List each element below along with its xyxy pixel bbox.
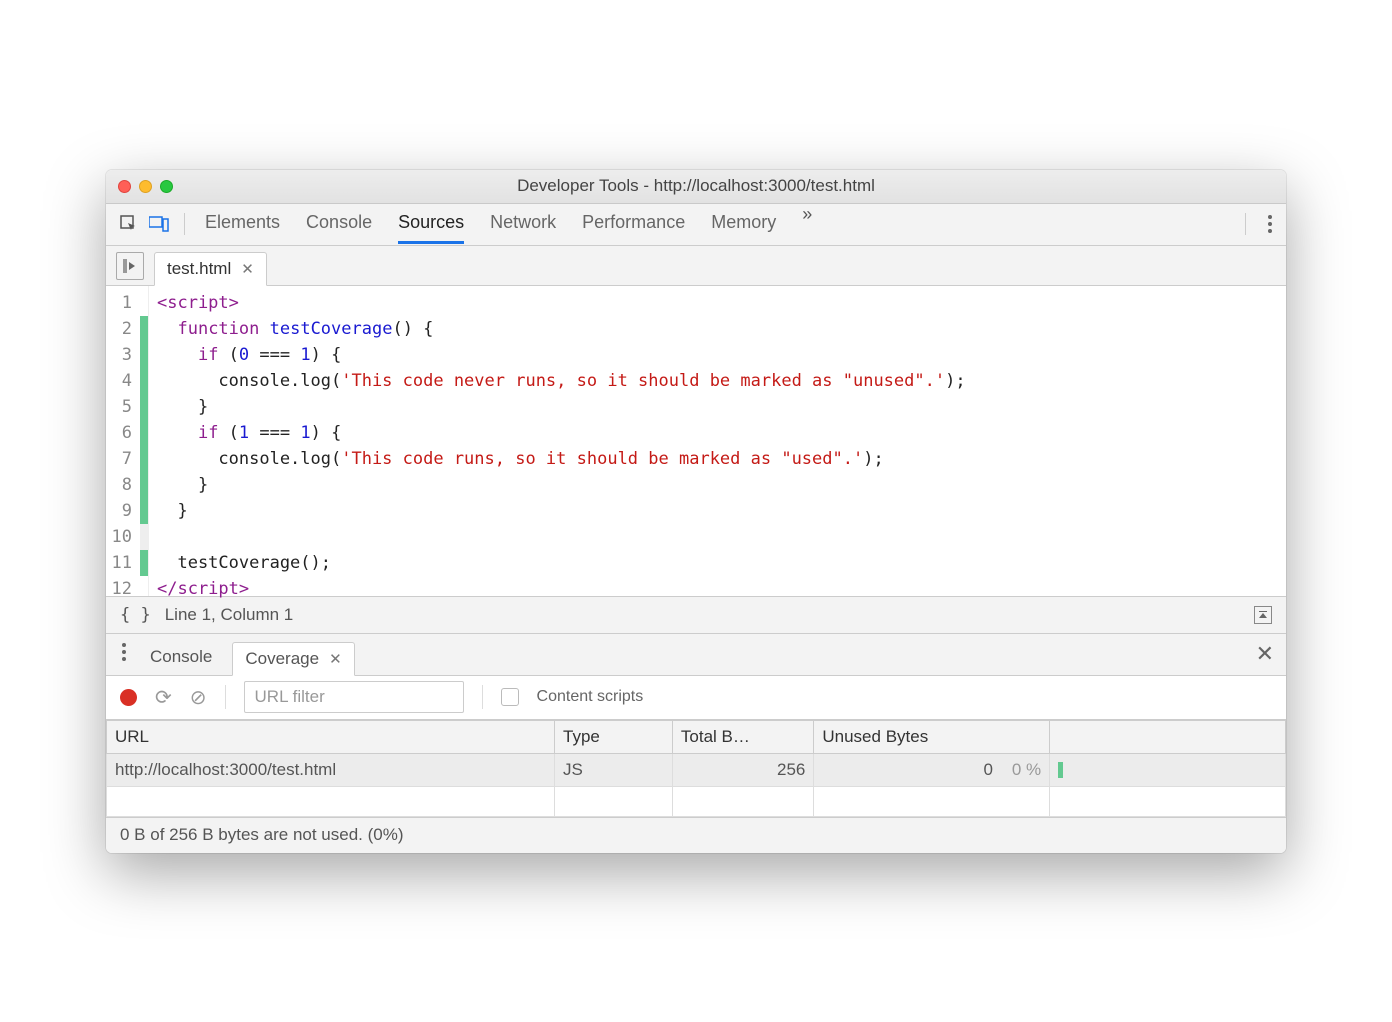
zoom-window-icon[interactable] <box>160 180 173 193</box>
cell-unused: 0 0 % <box>814 753 1050 786</box>
col-url[interactable]: URL <box>107 720 555 753</box>
devtools-window: Developer Tools - http://localhost:3000/… <box>106 170 1286 853</box>
url-filter-input[interactable]: URL filter <box>244 681 464 713</box>
drawer-tab-bar: Console Coverage ✕ ✕ <box>106 634 1286 676</box>
drawer-tab-label: Coverage <box>245 649 319 669</box>
drawer-menu-icon[interactable] <box>118 639 130 665</box>
col-type[interactable]: Type <box>555 720 673 753</box>
record-button[interactable] <box>120 689 137 706</box>
drawer-tab-coverage[interactable]: Coverage ✕ <box>232 642 354 676</box>
window-title: Developer Tools - http://localhost:3000/… <box>118 176 1274 196</box>
close-icon[interactable]: ✕ <box>241 260 254 278</box>
cell-url: http://localhost:3000/test.html <box>107 753 555 786</box>
collapse-icon[interactable] <box>1254 606 1272 624</box>
reload-icon[interactable]: ⟳ <box>155 685 172 710</box>
drawer-tab-console[interactable]: Console <box>144 639 218 675</box>
code-area[interactable]: <script> function testCoverage() { if (0… <box>149 286 974 596</box>
source-editor[interactable]: 123456789101112 <script> function testCo… <box>106 286 1286 596</box>
coverage-summary: 0 B of 256 B bytes are not used. (0%) <box>106 817 1286 853</box>
file-tab-test-html[interactable]: test.html ✕ <box>154 252 267 286</box>
cell-type: JS <box>555 753 673 786</box>
close-window-icon[interactable] <box>118 180 131 193</box>
inspect-icon[interactable] <box>116 211 142 237</box>
close-icon[interactable]: ✕ <box>329 650 342 668</box>
cell-total: 256 <box>672 753 813 786</box>
content-scripts-label: Content scripts <box>537 688 644 706</box>
tab-performance[interactable]: Performance <box>582 204 685 244</box>
tab-network[interactable]: Network <box>490 204 556 244</box>
pretty-print-icon[interactable]: { } <box>120 605 151 625</box>
table-row[interactable]: http://localhost:3000/test.html JS 256 0… <box>107 753 1286 786</box>
file-tab-bar: test.html ✕ <box>106 246 1286 286</box>
tab-elements[interactable]: Elements <box>205 204 280 244</box>
tab-console[interactable]: Console <box>306 204 372 244</box>
window-controls <box>118 180 173 193</box>
cell-bar <box>1050 753 1286 786</box>
table-row <box>107 786 1286 816</box>
settings-menu-icon[interactable] <box>1264 211 1276 237</box>
main-toolbar: Elements Console Sources Network Perform… <box>106 204 1286 246</box>
col-bar[interactable] <box>1050 720 1286 753</box>
device-mode-icon[interactable] <box>146 211 172 237</box>
col-unused[interactable]: Unused Bytes <box>814 720 1050 753</box>
tab-sources[interactable]: Sources <box>398 204 464 244</box>
content-scripts-checkbox[interactable] <box>501 688 519 706</box>
coverage-toolbar: ⟳ ⊘ URL filter Content scripts <box>106 676 1286 720</box>
col-total[interactable]: Total B… <box>672 720 813 753</box>
more-tabs-icon[interactable]: » <box>802 204 810 244</box>
separator <box>482 685 483 709</box>
separator <box>1245 213 1246 235</box>
clear-icon[interactable]: ⊘ <box>190 685 207 710</box>
usage-bar-icon <box>1058 762 1063 778</box>
cursor-position: Line 1, Column 1 <box>165 605 294 625</box>
titlebar: Developer Tools - http://localhost:3000/… <box>106 170 1286 204</box>
panel-tabs: Elements Console Sources Network Perform… <box>197 204 1233 244</box>
separator <box>184 213 185 235</box>
minimize-window-icon[interactable] <box>139 180 152 193</box>
tab-memory[interactable]: Memory <box>711 204 776 244</box>
separator <box>225 685 226 709</box>
coverage-table: URL Type Total B… Unused Bytes http://lo… <box>106 720 1286 817</box>
line-gutter: 123456789101112 <box>106 286 149 596</box>
file-tab-label: test.html <box>167 259 231 279</box>
drawer-close-icon[interactable]: ✕ <box>1256 641 1274 667</box>
navigator-toggle-icon[interactable] <box>116 252 144 280</box>
